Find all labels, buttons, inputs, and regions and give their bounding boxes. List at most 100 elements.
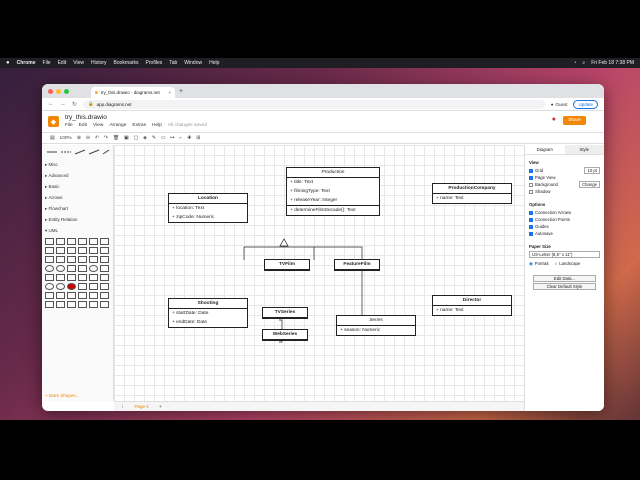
menu-help[interactable]: Help	[152, 123, 162, 128]
class-tvfilm[interactable]: TVFilm	[264, 259, 310, 271]
uml-shape[interactable]	[45, 247, 54, 254]
clear-default-style-button[interactable]: Clear Default Style	[533, 283, 596, 290]
uml-shape[interactable]	[56, 283, 65, 290]
sidebar-cat-advanced[interactable]: ▸ Advanced	[42, 170, 113, 181]
class-productioncompany[interactable]: ProductionCompany + name: Text	[432, 183, 512, 204]
menubar-file[interactable]: File	[43, 60, 51, 66]
uml-shape[interactable]	[100, 283, 109, 290]
pageview-option[interactable]: Page View	[529, 174, 600, 181]
uml-shape[interactable]	[89, 238, 98, 245]
uml-shape[interactable]	[67, 274, 76, 281]
sidebar-line-shapes[interactable]	[42, 145, 113, 159]
uml-shape[interactable]	[45, 301, 54, 308]
browser-tab[interactable]: ■ try_this.drawio - diagrams.net ×	[91, 87, 175, 98]
pages-menu-icon[interactable]: ⋮	[120, 404, 125, 410]
menu-arrange[interactable]: Arrange	[109, 123, 126, 128]
share-button[interactable]: Share	[563, 116, 586, 125]
wifi-icon[interactable]: ◔	[573, 60, 576, 66]
line-shapes-icon[interactable]	[45, 148, 111, 156]
to-back-icon[interactable]: ▢	[134, 136, 139, 141]
uml-shape[interactable]	[100, 274, 109, 281]
search-icon[interactable]: ⌕	[582, 60, 585, 66]
line-color-icon[interactable]: ✎	[152, 136, 156, 141]
uml-shape[interactable]	[89, 256, 98, 263]
class-location[interactable]: Location + location: Text + zipCode: Num…	[168, 193, 248, 223]
fill-color-icon[interactable]: ◈	[143, 136, 147, 141]
uml-shape[interactable]	[89, 283, 98, 290]
maximize-window-button[interactable]	[64, 88, 69, 94]
checkbox-icon[interactable]	[529, 224, 533, 229]
reload-icon[interactable]: ↻	[72, 101, 77, 108]
checkbox-icon[interactable]	[529, 231, 533, 236]
uml-shape[interactable]	[78, 238, 87, 245]
uml-shape[interactable]	[89, 247, 98, 254]
checkbox-icon[interactable]	[529, 175, 533, 180]
checkbox-icon[interactable]	[529, 182, 533, 187]
url-field[interactable]: 🔒 app.diagrams.net	[83, 99, 545, 109]
uml-shape[interactable]	[56, 274, 65, 281]
uml-shape[interactable]	[45, 256, 54, 263]
menubar-bookmarks[interactable]: Bookmarks	[114, 60, 139, 66]
sidebar-cat-entity-relation[interactable]: ▸ Entity Relation	[42, 214, 113, 225]
uml-shape[interactable]	[100, 301, 109, 308]
checkbox-icon[interactable]	[529, 217, 533, 222]
forward-icon[interactable]: →	[60, 101, 66, 107]
uml-shape[interactable]	[67, 283, 76, 290]
menubar-app[interactable]: Chrome	[17, 60, 36, 66]
class-series[interactable]: Series + season: Numeric	[336, 315, 416, 336]
class-webseries[interactable]: WebSeries	[262, 329, 308, 341]
redo-icon[interactable]: ↷	[104, 136, 108, 141]
uml-shape[interactable]	[67, 256, 76, 263]
radio-on-icon[interactable]: ◉	[529, 261, 533, 267]
class-director[interactable]: Director + name: Text	[432, 295, 512, 316]
more-shapes-button[interactable]: + More Shapes...	[42, 391, 113, 401]
menu-view[interactable]: View	[93, 123, 103, 128]
menu-file[interactable]: File	[65, 123, 73, 128]
menu-extras[interactable]: Extras	[132, 123, 146, 128]
menubar-window[interactable]: Window	[184, 60, 202, 66]
delete-icon[interactable]: 🗑	[113, 136, 119, 141]
uml-shape[interactable]	[45, 274, 54, 281]
zoom-out-icon[interactable]: ⊖	[86, 136, 90, 141]
menu-edit[interactable]: Edit	[79, 123, 87, 128]
uml-shape[interactable]	[67, 238, 76, 245]
uml-shape[interactable]	[89, 301, 98, 308]
add-page-button[interactable]: +	[159, 404, 162, 409]
uml-shape[interactable]	[78, 265, 87, 272]
menubar-clock[interactable]: Fri Feb 18 7:38 PM	[591, 60, 634, 66]
new-tab-button[interactable]: +	[179, 88, 183, 95]
uml-shape[interactable]	[56, 292, 65, 299]
sidebar-cat-arrows[interactable]: ▸ Arrows	[42, 192, 113, 203]
paper-size-select[interactable]: US-Letter (8,5" x 11")	[529, 251, 600, 258]
tab-diagram[interactable]: Diagram	[525, 145, 565, 154]
uml-shape[interactable]	[100, 238, 109, 245]
edit-data-button[interactable]: Edit Data...	[533, 275, 596, 282]
uml-shape[interactable]	[89, 274, 98, 281]
checkbox-icon[interactable]	[529, 189, 533, 194]
undo-icon[interactable]: ↶	[95, 136, 99, 141]
update-button[interactable]: Update	[573, 99, 598, 109]
connection-icon[interactable]: ↦	[170, 136, 174, 141]
zoom-in-icon[interactable]: ⊕	[77, 136, 81, 141]
autosave-option[interactable]: Autosave	[529, 230, 600, 237]
uml-shape[interactable]	[67, 301, 76, 308]
file-title[interactable]: try_this.drawio	[65, 114, 207, 121]
sidebar-cat-flowchart[interactable]: ▸ Flowchart	[42, 203, 113, 214]
uml-shape[interactable]	[67, 292, 76, 299]
format-panel-icon[interactable]: ▤	[50, 136, 55, 141]
class-featurefilm[interactable]: FeatureFilm	[334, 259, 380, 271]
connection-arrows-option[interactable]: Connection Arrows	[529, 209, 600, 216]
uml-shape[interactable]	[78, 301, 87, 308]
notification-icon[interactable]: ●	[552, 116, 556, 123]
checkbox-icon[interactable]	[529, 168, 533, 173]
uml-shape[interactable]	[78, 292, 87, 299]
uml-shape[interactable]	[67, 265, 76, 272]
uml-shape[interactable]	[45, 238, 54, 245]
uml-shape[interactable]	[78, 247, 87, 254]
uml-shape[interactable]	[100, 256, 109, 263]
shadow-icon[interactable]: ▭	[161, 136, 166, 141]
sidebar-cat-basic[interactable]: ▸ Basic	[42, 181, 113, 192]
menubar-tab[interactable]: Tab	[169, 60, 177, 66]
close-tab-icon[interactable]: ×	[168, 90, 171, 95]
sidebar-cat-uml[interactable]: ▾ UML	[42, 225, 113, 236]
